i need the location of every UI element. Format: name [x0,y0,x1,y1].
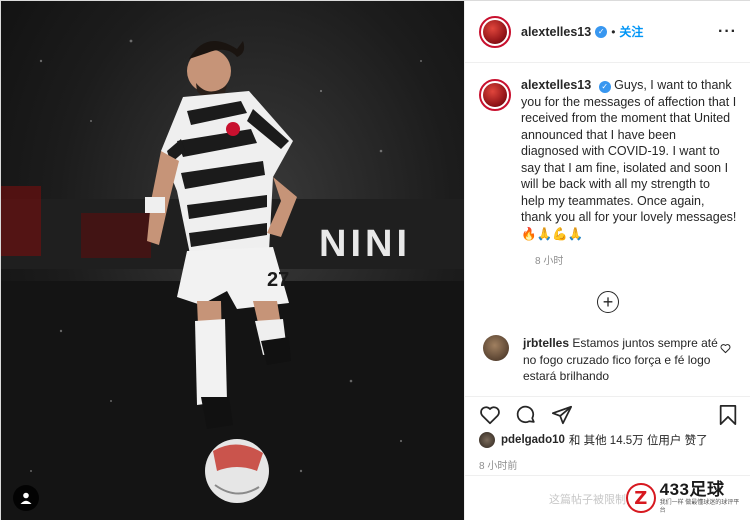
caption-avatar[interactable] [479,79,511,111]
plus-circle-icon[interactable]: + [597,291,619,313]
comment-icon [516,405,535,423]
action-bar [465,396,750,432]
likes-text[interactable]: 和 其他 14.5万 位用户 赞了 [569,432,708,448]
comment-input-placeholder: 这篇帖子被限制... [549,493,636,506]
comments-section[interactable]: alextelles13 ✓ Guys, I want to thank you… [465,63,750,396]
author-username[interactable]: alextelles13 [521,25,591,39]
post-timestamp: 8 小时前 [479,461,518,472]
verified-badge-icon: ✓ [598,81,611,94]
caption-time: 8 小时 [535,256,564,267]
separator-dot: • [611,24,616,39]
post-header: alextelles13 ✓ • 关注 ··· [465,1,750,63]
player-illustration: NINI 27 [1,39,464,520]
person-icon [20,492,32,504]
caption: alextelles13 ✓ Guys, I want to thank you… [479,77,737,242]
comment-body: jrbtelles Estamos juntos sempre até no f… [523,335,723,385]
more-options-icon[interactable]: ··· [718,23,737,41]
caption-body: alextelles13 ✓ Guys, I want to thank you… [521,77,737,242]
author-avatar[interactable] [479,15,511,48]
like-button[interactable] [479,404,501,426]
caption-username[interactable]: alextelles13 [521,78,591,92]
share-icon [551,405,573,424]
commenter-username[interactable]: jrbtelles [523,336,569,350]
commenter-avatar[interactable] [483,335,509,361]
likes-summary: pdelgado10 和 其他 14.5万 位用户 赞了 [479,432,708,448]
shorts-number: 27 [267,269,289,291]
site-watermark: Z 433足球 我们一样 做最懂球迷的球评平台 [626,479,744,517]
post-image[interactable]: NINI 27 [1,1,464,520]
post-details-panel: alextelles13 ✓ • 关注 ··· alextelles13 ✓ G… [464,1,750,520]
liker-avatar [479,432,495,448]
follow-button[interactable]: 关注 [619,23,643,40]
heart-icon [480,405,500,424]
bookmark-icon [719,404,737,425]
brand-name: 433足球 [659,480,725,499]
share-button[interactable] [551,404,573,426]
brand-tagline: 我们一样 做最懂球迷的球评平台 [659,500,740,514]
comment-item: jrbtelles Estamos juntos sempre até no f… [479,335,737,385]
comment-button[interactable] [515,404,537,426]
board-text: NINI [319,223,411,265]
comment-like-heart-icon[interactable] [720,343,731,354]
load-more-comments[interactable]: + [479,291,737,313]
verified-badge-icon: ✓ [595,25,608,38]
instagram-post: NINI 27 alextelles13 ✓ • 关注 ··· alextell… [0,0,750,520]
tagged-user-button[interactable] [13,485,39,511]
caption-text: Guys, I want to thank you for the messag… [521,78,737,241]
brand-logo-icon: Z [626,483,656,513]
liker-username[interactable]: pdelgado10 [501,434,565,446]
save-button[interactable] [718,404,738,426]
